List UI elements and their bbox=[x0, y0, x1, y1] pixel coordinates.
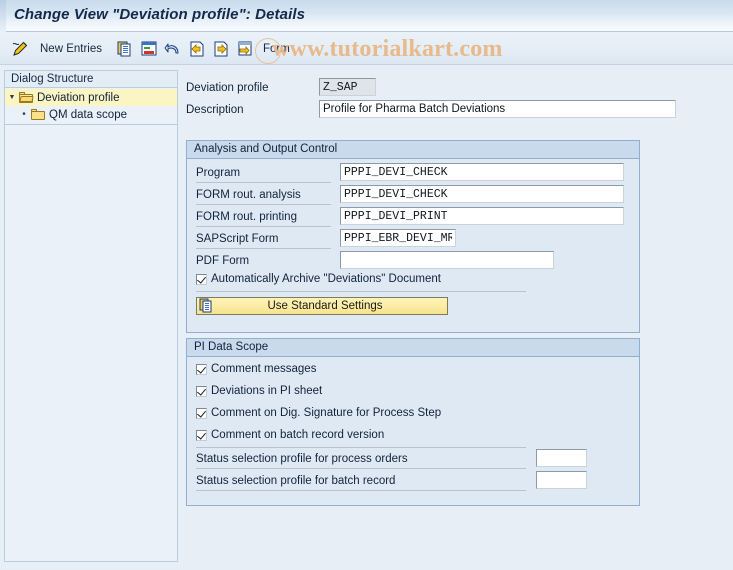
form-rout-analysis-label: FORM rout. analysis bbox=[196, 189, 301, 201]
page-title: Change View "Deviation profile": Details bbox=[14, 6, 306, 23]
goto-entry-icon[interactable] bbox=[236, 32, 256, 65]
comment-dig-signature-checkbox[interactable] bbox=[196, 407, 207, 419]
comment-messages-checkbox[interactable] bbox=[196, 363, 207, 375]
dialog-structure-header: Dialog Structure bbox=[5, 71, 177, 88]
auto-archive-checkbox[interactable] bbox=[196, 273, 207, 285]
comment-batch-record-checkbox[interactable] bbox=[196, 429, 207, 441]
sap-window: Change View "Deviation profile": Details… bbox=[0, 0, 733, 570]
deviation-profile-label: Deviation profile bbox=[186, 82, 269, 94]
previous-entry-icon[interactable] bbox=[188, 32, 208, 65]
comment-dig-signature-row[interactable]: Comment on Dig. Signature for Process St… bbox=[196, 407, 441, 419]
pi-data-scope-body: Comment messages Deviations in PI sheet … bbox=[187, 357, 639, 506]
deviations-in-pi-sheet-label: Deviations in PI sheet bbox=[211, 385, 323, 397]
form-rout-printing-label: FORM rout. printing bbox=[196, 211, 297, 223]
analysis-group-title: Analysis and Output Control bbox=[187, 141, 639, 159]
sidebar-divider bbox=[5, 124, 177, 125]
analysis-output-control-group: Analysis and Output Control Program FORM… bbox=[186, 140, 640, 333]
comment-messages-row[interactable]: Comment messages bbox=[196, 363, 316, 375]
pdf-form-input[interactable] bbox=[340, 251, 554, 269]
program-input[interactable] bbox=[340, 163, 624, 181]
field-underline bbox=[196, 468, 526, 469]
status-profile-batch-record-label: Status selection profile for batch recor… bbox=[196, 475, 396, 487]
title-bar-left-edge bbox=[0, 0, 6, 32]
program-label: Program bbox=[196, 167, 241, 179]
folder-open-icon bbox=[19, 91, 34, 104]
comment-batch-record-label: Comment on batch record version bbox=[211, 429, 385, 441]
title-bar: Change View "Deviation profile": Details bbox=[0, 0, 733, 32]
sapscript-form-input[interactable] bbox=[340, 229, 456, 247]
dialog-structure-tree: ▼ Deviation profile • QM data scope bbox=[5, 88, 177, 125]
pi-data-scope-group: PI Data Scope Comment messages Deviation… bbox=[186, 338, 640, 506]
next-entry-icon[interactable] bbox=[212, 32, 232, 65]
comment-messages-label: Comment messages bbox=[211, 363, 317, 375]
deviations-in-pi-sheet-row[interactable]: Deviations in PI sheet bbox=[196, 385, 322, 397]
section-divider bbox=[196, 447, 526, 448]
field-underline bbox=[196, 490, 526, 491]
edit-pencil-icon[interactable] bbox=[10, 32, 34, 65]
section-divider bbox=[196, 291, 526, 292]
status-profile-process-orders-input[interactable] bbox=[536, 449, 587, 467]
status-profile-process-orders-label: Status selection profile for process ord… bbox=[196, 453, 408, 465]
field-underline bbox=[196, 248, 331, 249]
sidebar-item-deviation-profile[interactable]: ▼ Deviation profile bbox=[5, 89, 177, 106]
dialog-structure-panel: Dialog Structure ▼ Deviation profile • Q… bbox=[4, 70, 178, 562]
new-entries-button[interactable]: New Entries bbox=[40, 32, 102, 65]
pdf-form-label: PDF Form bbox=[196, 255, 250, 267]
delete-row-icon[interactable] bbox=[140, 32, 160, 65]
copy-icon[interactable] bbox=[116, 32, 136, 65]
description-input[interactable] bbox=[319, 100, 676, 118]
tree-leaf-bullet-icon: • bbox=[22, 109, 26, 120]
sapscript-form-label: SAPScript Form bbox=[196, 233, 279, 245]
auto-archive-checkbox-row[interactable]: Automatically Archive "Deviations" Docum… bbox=[196, 273, 441, 285]
sidebar-item-qm-data-scope[interactable]: • QM data scope bbox=[5, 106, 177, 123]
comment-dig-signature-label: Comment on Dig. Signature for Process St… bbox=[211, 407, 442, 419]
watermark-text: www.tutorialkart.com bbox=[272, 36, 503, 62]
details-form: Deviation profile Description Analysis a… bbox=[182, 70, 729, 562]
copy-document-icon bbox=[199, 298, 217, 314]
auto-archive-label: Automatically Archive "Deviations" Docum… bbox=[211, 273, 441, 285]
status-profile-batch-record-input[interactable] bbox=[536, 471, 587, 489]
use-standard-settings-label: Use Standard Settings bbox=[267, 300, 383, 312]
analysis-group-body: Program FORM rout. analysis FORM rout. p… bbox=[187, 159, 639, 333]
deviation-profile-input[interactable] bbox=[319, 78, 376, 96]
sidebar-item-label: Deviation profile bbox=[37, 91, 120, 104]
tree-expand-icon[interactable]: ▼ bbox=[5, 94, 19, 101]
pi-data-scope-title: PI Data Scope bbox=[187, 339, 639, 357]
field-underline bbox=[196, 182, 331, 183]
form-rout-printing-input[interactable] bbox=[340, 207, 624, 225]
folder-closed-icon bbox=[31, 108, 46, 121]
field-underline bbox=[196, 226, 331, 227]
comment-batch-record-row[interactable]: Comment on batch record version bbox=[196, 429, 384, 441]
form-rout-analysis-input[interactable] bbox=[340, 185, 624, 203]
use-standard-settings-button[interactable]: Use Standard Settings bbox=[196, 297, 448, 315]
undo-icon[interactable] bbox=[164, 32, 184, 65]
new-entries-label: New Entries bbox=[40, 42, 102, 55]
description-label: Description bbox=[186, 104, 244, 116]
deviations-in-pi-sheet-checkbox[interactable] bbox=[196, 385, 207, 397]
field-underline bbox=[196, 204, 331, 205]
sidebar-item-label: QM data scope bbox=[49, 108, 127, 121]
